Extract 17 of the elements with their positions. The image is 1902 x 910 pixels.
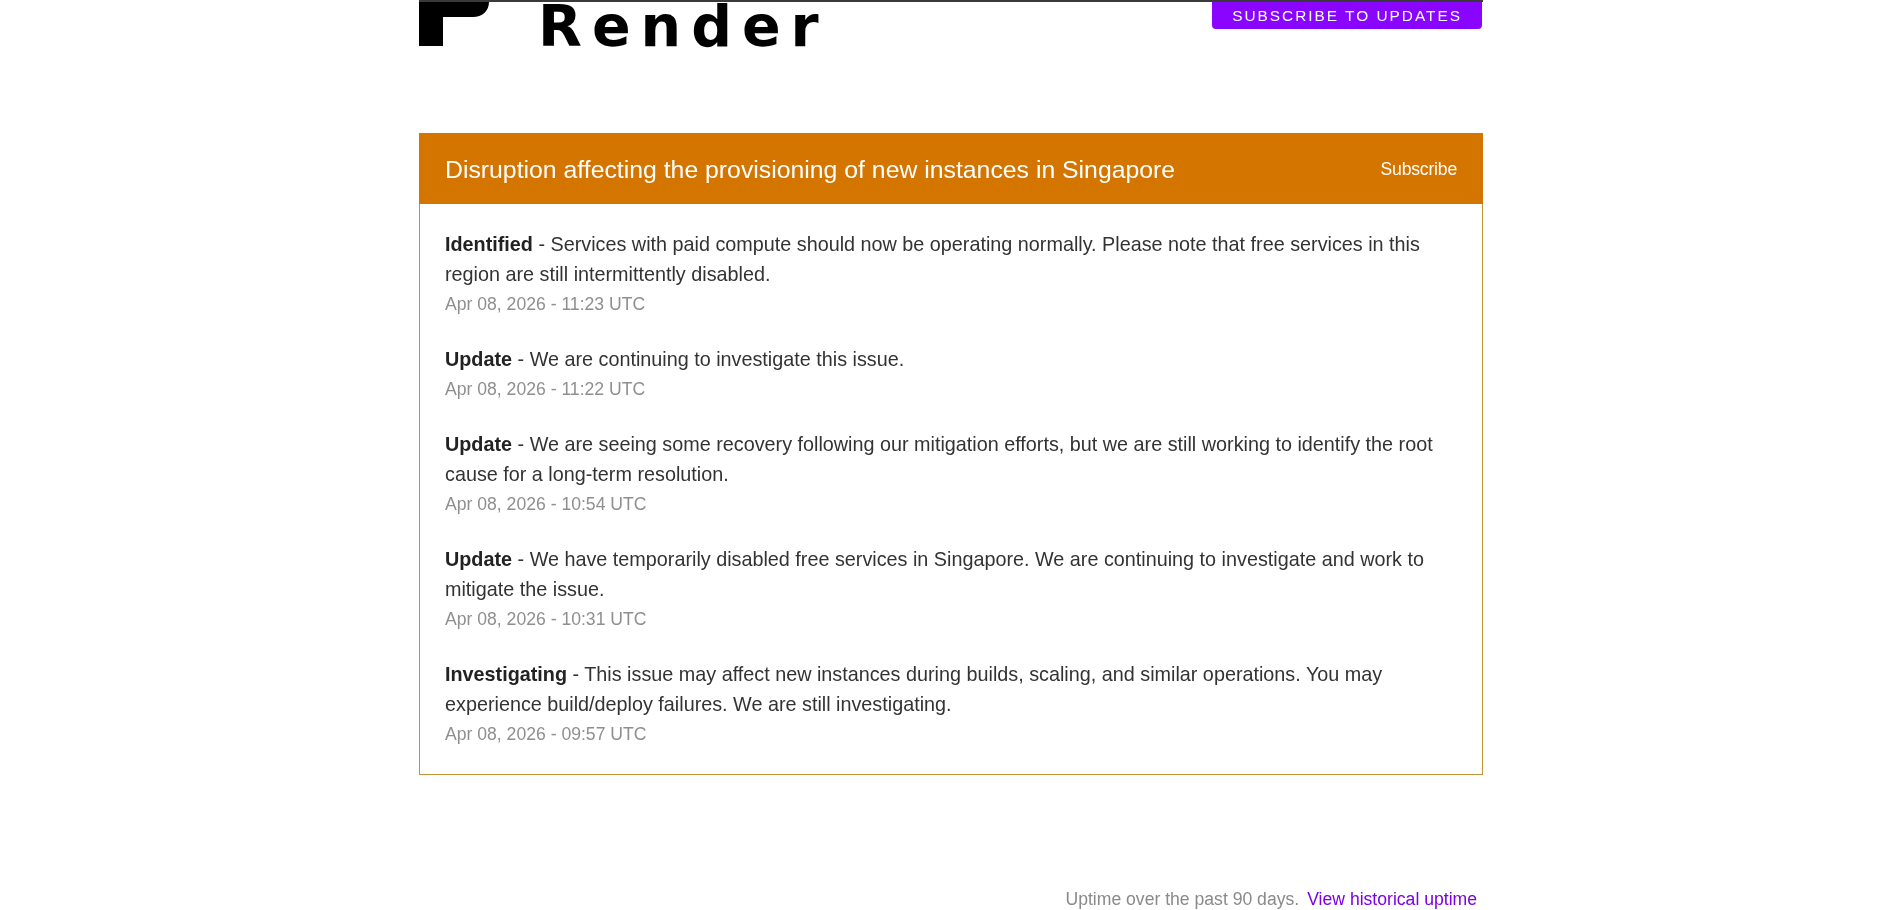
subscribe-to-updates-button[interactable]: SUBSCRIBE TO UPDATES: [1212, 2, 1482, 29]
update-timestamp: Apr 08, 2026 - 10:54 UTC: [445, 493, 648, 516]
update-message: Update - We are continuing to investigate this issue.: [445, 347, 906, 372]
uptime-caption: Uptime over the past 90 days.: [1065, 889, 1300, 909]
update-timestamp: Apr 08, 2026 - 10:31 UTC: [445, 608, 648, 631]
logo-text: Render: [538, 3, 829, 49]
logo-mark-icon: [419, 2, 489, 46]
update-timestamp: Apr 08, 2026 - 11:22 UTC: [445, 378, 647, 401]
incident-title: Disruption affecting the provisioning of new instances in Singapore: [445, 155, 1176, 185]
update-timestamp: Apr 08, 2026 - 11:23 UTC: [445, 293, 647, 316]
update-timestamp: Apr 08, 2026 - 09:57 UTC: [445, 723, 648, 746]
historical-uptime-link[interactable]: View historical uptime: [1307, 889, 1477, 909]
subscribe-link[interactable]: Subscribe: [1380, 157, 1457, 180]
update-message: Update - We have temporarily disabled free services in Singapore. We are continuing to investigate and work to mitigate the issue.: [445, 547, 1425, 602]
update-message: Identified - Services with paid compute should now be operating normally. Please note that free services in this region are still intermittently disabled.: [445, 232, 1421, 287]
update-message: Investigating - This issue may affect new instances during builds, scaling, and similar operations. You may experience build/deploy failures. We are still investigating.: [445, 662, 1384, 717]
update-message: Update - We are seeing some recovery following our mitigation efforts, but we are still working to identify the root cause for a long-term resolution.: [445, 432, 1434, 487]
